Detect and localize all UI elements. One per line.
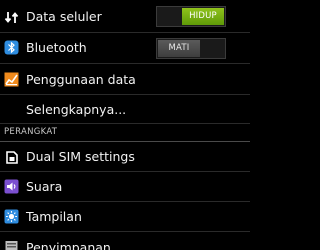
data-usage-label: Penggunaan data (26, 72, 136, 87)
sound-label: Suara (26, 179, 63, 194)
section-header-label: PERANGKAT (4, 127, 58, 137)
bluetooth-label: Bluetooth (26, 40, 87, 55)
sim-card-icon (4, 150, 19, 165)
settings-item-mobile-data[interactable]: Data seluler HIDUP (0, 0, 250, 33)
mobile-data-label: Data seluler (26, 9, 102, 24)
settings-item-display[interactable]: Tampilan (0, 202, 250, 232)
display-brightness-icon (4, 209, 19, 224)
settings-item-more[interactable]: Selengkapnya... (0, 95, 250, 124)
data-usage-chart-icon (4, 72, 19, 87)
display-label: Tampilan (26, 209, 82, 224)
storage-label: Penyimpanan (26, 240, 111, 250)
settings-item-data-usage[interactable]: Penggunaan data (0, 64, 250, 95)
bluetooth-toggle[interactable]: MATI (156, 38, 226, 59)
mobile-data-toggle[interactable]: HIDUP (156, 6, 226, 27)
settings-screen: Data seluler HIDUP Bluetooth MATI Penggu… (0, 0, 250, 250)
settings-item-bluetooth[interactable]: Bluetooth MATI (0, 33, 250, 64)
mobile-data-toggle-state: HIDUP (182, 8, 224, 25)
settings-item-sound[interactable]: Suara (0, 172, 250, 202)
settings-item-dual-sim[interactable]: Dual SIM settings (0, 142, 250, 172)
speaker-icon (4, 179, 19, 194)
bluetooth-icon (4, 40, 19, 55)
settings-item-storage[interactable]: Penyimpanan (0, 232, 250, 250)
dual-sim-label: Dual SIM settings (26, 149, 135, 164)
section-header-device: PERANGKAT (0, 125, 250, 142)
storage-icon (4, 239, 19, 250)
more-label: Selengkapnya... (26, 102, 127, 117)
data-arrows-icon (4, 10, 19, 25)
bluetooth-toggle-state: MATI (158, 40, 200, 57)
